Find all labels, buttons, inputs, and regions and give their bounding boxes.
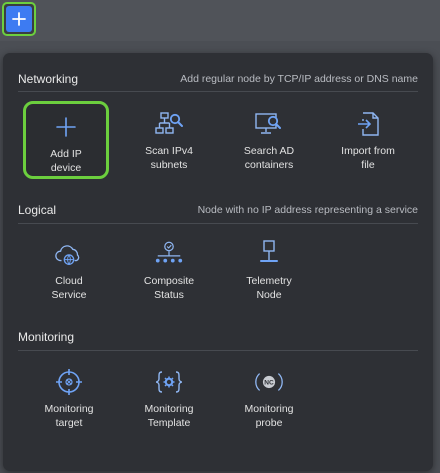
add-node-button-highlight[interactable]: [2, 2, 36, 36]
tile-label: Monitoring Template: [144, 403, 194, 429]
telemetry-node-button[interactable]: Telemetry Node: [226, 231, 312, 309]
section-description: Node with no IP address representing a s…: [197, 204, 418, 216]
tile-label: Cloud Service: [51, 275, 87, 301]
section-networking-header: Networking Add regular node by TCP/IP ad…: [18, 69, 418, 89]
probe-nc-icon: NC: [254, 367, 284, 397]
scan-ipv4-subnets-button[interactable]: Scan IPv4 subnets: [126, 101, 212, 179]
section-title: Networking: [18, 72, 79, 86]
tile-label: Scan IPv4 subnets: [145, 145, 193, 171]
cloud-service-button[interactable]: Cloud Service: [26, 231, 112, 309]
add-node-panel: Networking Add regular node by TCP/IP ad…: [3, 53, 433, 471]
section-logical-header: Logical Node with no IP address represen…: [18, 200, 418, 220]
monitoring-target-button[interactable]: Monitoring target: [26, 359, 112, 437]
section-divider: [18, 91, 418, 92]
tile-label: Telemetry Node: [246, 275, 292, 301]
plus-icon: [12, 12, 26, 26]
import-from-file-button[interactable]: Import from file: [325, 101, 411, 179]
section-divider: [18, 223, 418, 224]
tile-label: Import from file: [341, 145, 395, 171]
section-description: Add regular node by TCP/IP address or DN…: [180, 73, 418, 85]
file-import-icon: [353, 109, 383, 139]
composite-status-button[interactable]: Composite Status: [126, 231, 212, 309]
tile-label: Monitoring target: [44, 403, 94, 429]
telemetry-node-icon: [254, 239, 284, 269]
monitoring-probe-button[interactable]: NC Monitoring probe: [226, 359, 312, 437]
section-title: Logical: [18, 203, 57, 217]
section-title: Monitoring: [18, 330, 75, 344]
target-crosshair-icon: [54, 367, 84, 397]
plus-icon: [51, 112, 81, 142]
section-monitoring-header: Monitoring: [18, 327, 418, 347]
tile-label: Add IP device: [50, 148, 82, 174]
tile-label: Monitoring probe: [244, 403, 294, 429]
search-ad-containers-button[interactable]: Search AD containers: [226, 101, 312, 179]
add-node-button[interactable]: [6, 6, 32, 32]
tile-label: Search AD containers: [243, 145, 295, 171]
top-toolbar: [0, 0, 440, 41]
svg-text:NC: NC: [264, 380, 274, 387]
section-divider: [18, 350, 418, 351]
monitor-search-icon: [254, 109, 284, 139]
template-gear-icon: [154, 367, 184, 397]
cloud-globe-icon: [54, 239, 84, 269]
composite-tree-icon: [154, 239, 184, 269]
add-ip-device-button[interactable]: Add IP device: [23, 101, 109, 179]
tile-label: Composite Status: [143, 275, 195, 301]
network-scan-icon: [154, 109, 184, 139]
monitoring-template-button[interactable]: Monitoring Template: [126, 359, 212, 437]
